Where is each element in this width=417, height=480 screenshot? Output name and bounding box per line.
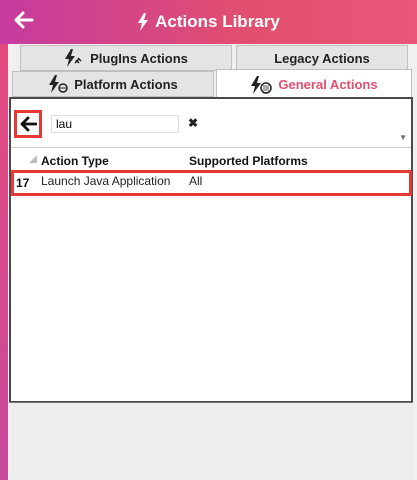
page-title: Actions Library [0, 0, 417, 44]
details-area [9, 403, 413, 480]
search-back-button[interactable] [14, 110, 42, 138]
tab-label: General Actions [278, 77, 378, 92]
general-lightning-icon [250, 75, 273, 94]
search-input[interactable] [51, 115, 179, 133]
table-row[interactable]: 17 Launch Java Application All [11, 171, 411, 193]
scroll-down-icon[interactable]: ▼ [399, 133, 407, 142]
arrow-left-icon [20, 116, 37, 132]
row-number: 17 [16, 176, 30, 190]
tab-legacy-actions[interactable]: Legacy Actions [236, 45, 408, 71]
close-icon: ✖ [187, 116, 199, 130]
lightning-icon [138, 13, 149, 31]
plugin-lightning-icon [64, 49, 84, 67]
title-text: Actions Library [155, 12, 280, 31]
tab-label: Platform Actions [74, 76, 178, 92]
tab-platform-actions[interactable]: Platform Actions [12, 71, 214, 97]
column-header-supported-platforms[interactable]: Supported Platforms [189, 154, 308, 168]
platform-lightning-icon [48, 75, 68, 93]
select-all-corner[interactable] [29, 155, 37, 163]
platforms-cell[interactable]: All [189, 174, 202, 188]
tab-label: PlugIns Actions [90, 50, 188, 66]
header-bar: Actions Library [0, 0, 417, 44]
action-type-cell[interactable]: Launch Java Application [41, 174, 170, 188]
tab-plugins-actions[interactable]: PlugIns Actions [20, 45, 232, 71]
tab-label: Legacy Actions [274, 50, 370, 66]
search-bar: ✖ ▼ [11, 99, 411, 148]
column-header-action-type[interactable]: Action Type [41, 154, 109, 168]
actions-content: ✖ ▼ Action Type Supported Platforms 17 L… [9, 97, 413, 403]
clear-search-button[interactable]: ✖ [187, 116, 199, 130]
grid-header: Action Type Supported Platforms [11, 152, 411, 170]
tab-general-actions[interactable]: General Actions [216, 69, 412, 99]
left-edge-accent [0, 0, 8, 480]
